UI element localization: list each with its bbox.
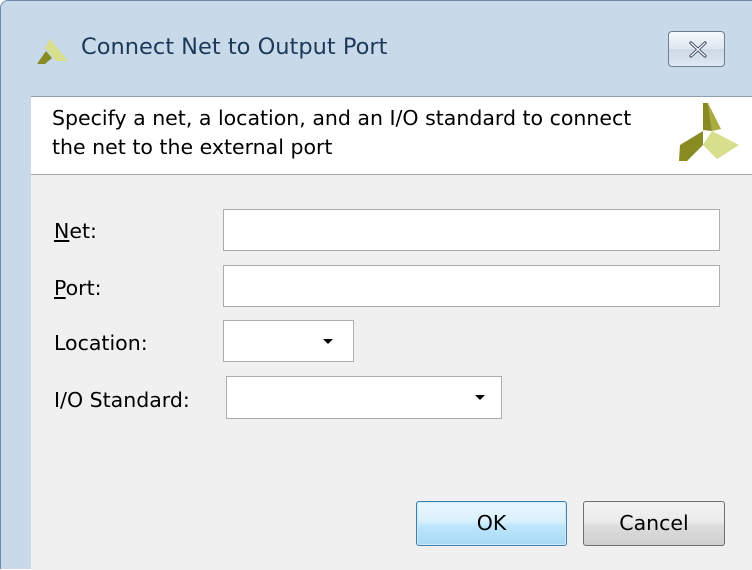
location-select[interactable] [223,320,354,362]
close-icon [689,41,707,58]
header-description: Specify a net, a location, and an I/O st… [52,106,632,159]
title-bar[interactable]: Connect Net to Output Port [1,1,752,96]
app-logo-icon [37,39,68,64]
net-label: Net: [54,219,97,243]
io-standard-select[interactable] [226,376,502,419]
chevron-down-icon [323,339,333,344]
net-input[interactable] [223,209,720,251]
cancel-button[interactable]: Cancel [583,501,725,546]
port-label: Port: [54,276,102,300]
window-title: Connect Net to Output Port [81,34,388,60]
dialog-header: Specify a net, a location, and an I/O st… [31,96,752,175]
port-input[interactable] [223,265,720,307]
io-standard-label: I/O Standard: [54,388,190,412]
xilinx-logo-icon [679,103,739,161]
dialog-window: Connect Net to Output Port Specify a net… [0,0,752,570]
dialog-content: Specify a net, a location, and an I/O st… [31,96,752,570]
close-button[interactable] [668,31,725,67]
ok-button[interactable]: OK [416,501,567,546]
chevron-down-icon [475,395,485,400]
location-label: Location: [54,331,148,355]
